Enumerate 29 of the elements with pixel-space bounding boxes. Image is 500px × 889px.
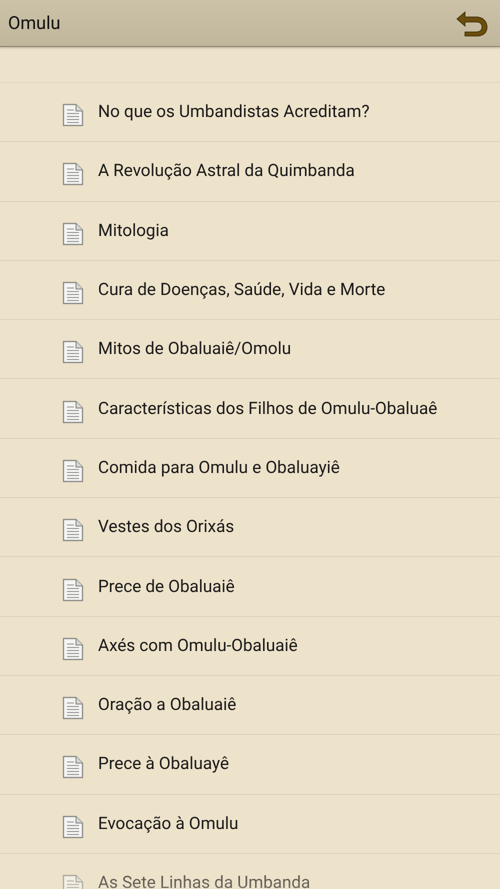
document-icon — [62, 281, 84, 306]
list-item[interactable]: Evocação à Omulu — [0, 794, 500, 854]
screen-title: Omulu — [8, 12, 60, 34]
document-icon — [62, 400, 84, 424]
list-item[interactable]: Mitologia — [0, 202, 500, 261]
document-icon — [62, 103, 84, 128]
document-icon — [62, 814, 84, 839]
list-item[interactable]: A Revolução Astral da Quimbanda — [0, 142, 500, 202]
list-item[interactable]: As Sete Linhas da Umbanda — [0, 854, 500, 889]
list-item[interactable]: Axés com Omulu-Obaluaiê — [0, 616, 500, 676]
list-item[interactable]: Oração a Obaluaiê — [0, 676, 500, 736]
back-icon[interactable] — [456, 8, 488, 38]
list-item[interactable]: No que os Umbandistas Acreditam? — [0, 83, 500, 142]
list-item[interactable]: Características dos Filhos de Omulu-Obaluaê — [0, 379, 500, 439]
document-icon — [62, 518, 84, 542]
list-item[interactable]: Prece de Obaluaiê — [0, 557, 500, 617]
document-icon — [62, 162, 84, 186]
list-item[interactable]: Prece à Obaluayê — [0, 735, 500, 795]
list-item[interactable]: Cura de Doenças, Saúde, Vida e Morte — [0, 260, 500, 320]
document-icon — [62, 222, 84, 246]
document-icon — [62, 636, 84, 661]
list-item[interactable]: Vestes dos Orixás — [0, 498, 500, 558]
list-item[interactable]: Mitos de Obaluaiê/Omolu — [0, 320, 500, 380]
document-icon — [62, 755, 84, 780]
document-icon — [62, 696, 84, 720]
document-icon — [62, 578, 84, 602]
list-item[interactable]: Comida para Omulu e Obaluayiê — [0, 438, 500, 498]
document-icon — [62, 458, 84, 483]
document-icon — [62, 340, 84, 364]
